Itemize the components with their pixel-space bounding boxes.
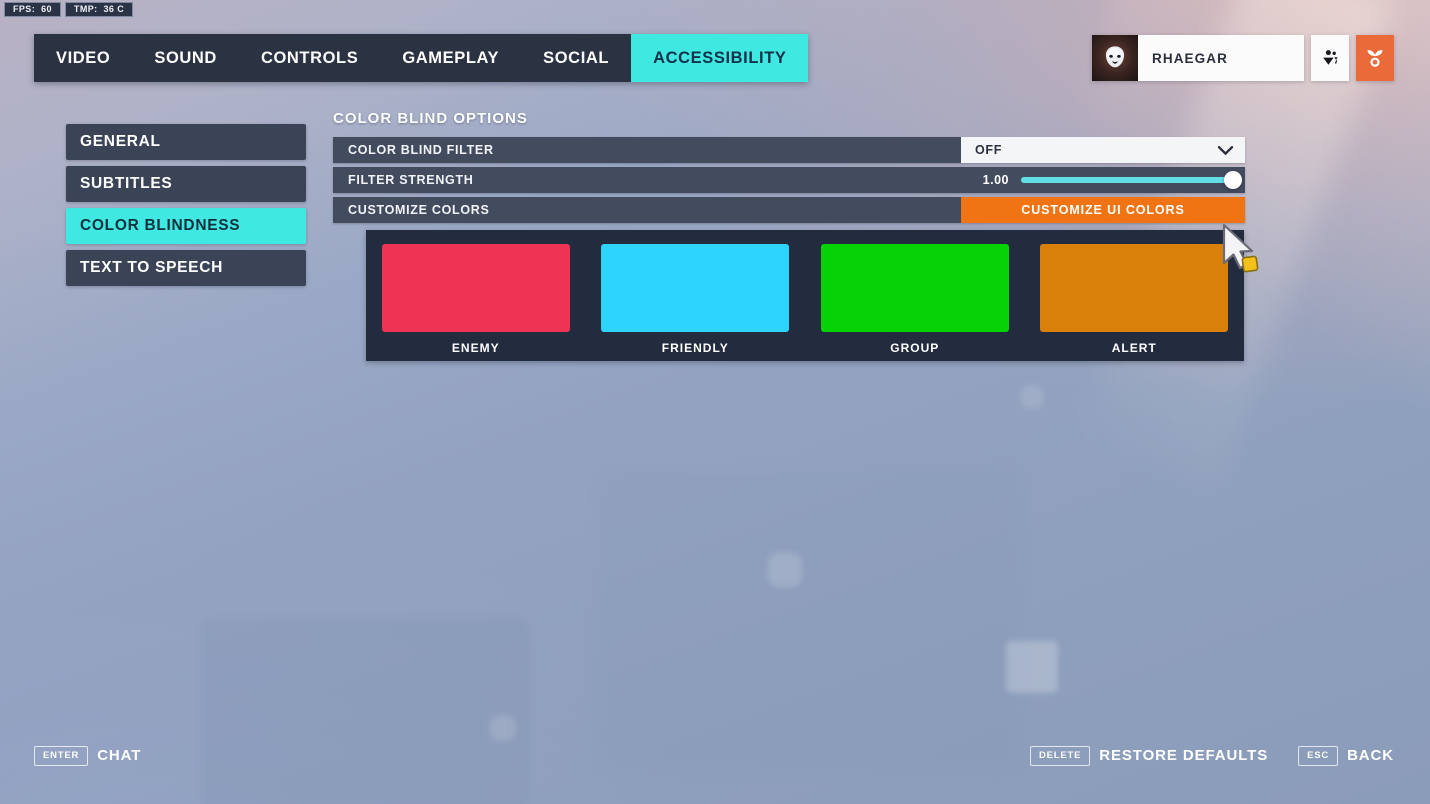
swatch-label: GROUP [890, 341, 940, 355]
tab-label: CONTROLS [260, 48, 359, 67]
color-swatch-enemy[interactable] [381, 244, 570, 332]
color-swatch-group[interactable] [820, 244, 1009, 332]
hint-label: CHAT [97, 747, 142, 765]
tab-label: VIDEO [56, 48, 111, 67]
setting-label: CUSTOMIZE COLORS [348, 203, 490, 217]
tab-label: ACCESSIBILITY [653, 48, 787, 67]
background-blurred-panel [200, 618, 530, 804]
sidebar-item-text-to-speech[interactable]: TEXT TO SPEECH [66, 250, 306, 286]
tmp-value: 36 C [103, 4, 125, 14]
hint-label: RESTORE DEFAULTS [1099, 747, 1269, 765]
player-card[interactable]: RHAEGAR [1092, 35, 1304, 81]
swatch-group-friendly: FRIENDLY [601, 244, 790, 355]
tab-controls[interactable]: CONTROLS [239, 34, 380, 82]
customize-ui-colors-button[interactable]: CUSTOMIZE UI COLORS [961, 197, 1245, 223]
hint-back[interactable]: ESC BACK [1298, 746, 1394, 766]
tab-sound[interactable]: SOUND [132, 34, 239, 82]
color-swatch-friendly[interactable] [601, 244, 790, 332]
player-name: RHAEGAR [1152, 50, 1228, 66]
performance-overlay: FPS: 60 TMP: 36 C [0, 0, 134, 17]
setting-control: CUSTOMIZE UI COLORS [961, 197, 1245, 223]
tab-label: GAMEPLAY [402, 48, 500, 67]
main-tab-bar: VIDEO SOUND CONTROLS GAMEPLAY SOCIAL ACC… [34, 34, 809, 82]
sidebar-item-general[interactable]: GENERAL [66, 124, 306, 160]
swatch-group-alert: ALERT [1040, 244, 1229, 355]
bottom-hints-left: ENTER CHAT [34, 746, 141, 766]
color-blind-filter-dropdown[interactable]: OFF [961, 137, 1245, 163]
setting-control: 1.00 [961, 167, 1245, 193]
color-blind-options-panel: COLOR BLIND OPTIONS COLOR BLIND FILTER O… [333, 110, 1245, 361]
color-swatch-panel: ENEMY FRIENDLY GROUP ALERT [366, 230, 1244, 361]
page-title: COLOR BLIND OPTIONS [333, 110, 528, 127]
setting-row-customize-colors: CUSTOMIZE COLORS CUSTOMIZE UI COLORS [333, 197, 1245, 223]
filter-strength-control: 1.00 [961, 171, 1245, 189]
tmp-label: TMP: [73, 4, 98, 14]
sidebar-item-subtitles[interactable]: SUBTITLES [66, 166, 306, 202]
swatch-label: ALERT [1111, 341, 1157, 355]
tab-label: SOUND [154, 48, 217, 67]
slider-fill [1021, 177, 1233, 183]
swatch-group-group: GROUP [820, 244, 1009, 355]
hint-restore-defaults[interactable]: DELETE RESTORE DEFAULTS [1029, 746, 1269, 766]
endorsement-button[interactable] [1356, 35, 1394, 81]
background-blurred-panel [600, 470, 1020, 770]
fps-value: 60 [41, 4, 52, 14]
top-bar: VIDEO SOUND CONTROLS GAMEPLAY SOCIAL ACC… [0, 34, 1430, 84]
background-blurred-square [768, 553, 802, 587]
bottom-hint-bar: ENTER CHAT DELETE RESTORE DEFAULTS ESC B… [0, 746, 1430, 774]
color-swatch-alert[interactable] [1040, 244, 1229, 332]
setting-label: COLOR BLIND FILTER [348, 143, 494, 157]
swatch-label: ENEMY [451, 341, 500, 355]
group-invite-button[interactable] [1311, 35, 1349, 81]
setting-label: FILTER STRENGTH [348, 173, 474, 187]
slider-value: 1.00 [982, 173, 1009, 187]
group-invite-icon [1323, 50, 1338, 65]
setting-row-color-blind-filter: COLOR BLIND FILTER OFF [333, 137, 1245, 163]
sidebar-item-label: SUBTITLES [80, 175, 173, 192]
settings-sidebar: GENERAL SUBTITLES COLOR BLINDNESS TEXT T… [66, 124, 306, 286]
button-label: CUSTOMIZE UI COLORS [1021, 203, 1185, 217]
tab-gameplay[interactable]: GAMEPLAY [380, 34, 521, 82]
filter-strength-slider[interactable] [1021, 171, 1242, 189]
keycap-enter: ENTER [34, 746, 89, 766]
slider-knob[interactable] [1224, 171, 1242, 189]
tab-video[interactable]: VIDEO [34, 34, 132, 82]
hint-label: BACK [1347, 747, 1394, 765]
dropdown-value: OFF [975, 143, 1003, 157]
sidebar-item-color-blindness[interactable]: COLOR BLINDNESS [66, 208, 306, 244]
hint-chat[interactable]: ENTER CHAT [34, 746, 141, 766]
fps-counter: FPS: 60 [4, 2, 61, 17]
sidebar-item-label: TEXT TO SPEECH [80, 259, 224, 276]
reaper-mask-icon [1105, 46, 1125, 68]
bottom-hints-right: DELETE RESTORE DEFAULTS ESC BACK [1029, 746, 1394, 766]
swatch-label: FRIENDLY [661, 341, 729, 355]
endorsement-medal-icon [1367, 50, 1383, 67]
keycap-delete: DELETE [1029, 746, 1091, 766]
background-blurred-square [1006, 641, 1058, 693]
chevron-down-icon [1218, 145, 1233, 155]
tab-social[interactable]: SOCIAL [521, 34, 631, 82]
fps-label: FPS: [13, 4, 36, 14]
background-blurred-square [490, 715, 516, 741]
setting-control: OFF [961, 137, 1245, 163]
sidebar-item-label: GENERAL [80, 133, 161, 150]
tab-accessibility[interactable]: ACCESSIBILITY [631, 34, 809, 82]
setting-row-filter-strength: FILTER STRENGTH 1.00 [333, 167, 1245, 193]
tab-label: SOCIAL [543, 48, 610, 67]
avatar [1092, 35, 1138, 81]
temperature-counter: TMP: 36 C [64, 2, 134, 17]
profile-cluster: RHAEGAR [1092, 35, 1394, 81]
keycap-esc: ESC [1298, 746, 1339, 766]
sidebar-item-label: COLOR BLINDNESS [80, 217, 241, 234]
swatch-group-enemy: ENEMY [381, 244, 570, 355]
